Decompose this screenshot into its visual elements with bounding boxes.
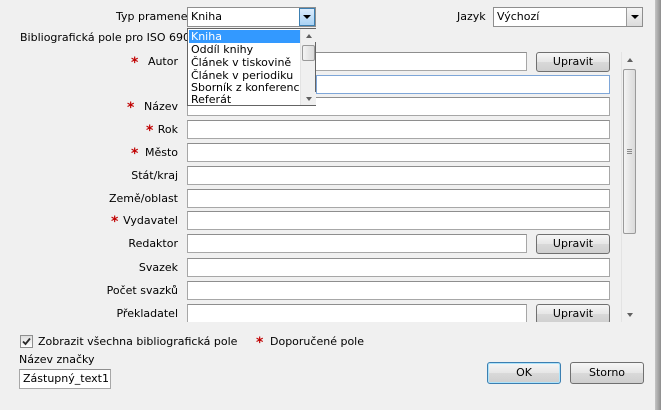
chevron-down-icon xyxy=(305,96,312,101)
edit-editor-button[interactable]: Upravit xyxy=(536,234,610,254)
field-label-mesto: Město xyxy=(144,146,178,159)
dropdown-option[interactable]: Článek v tiskovině xyxy=(189,56,300,69)
field-label-nazev: Název xyxy=(143,100,178,113)
field-input-zeme-oblast[interactable] xyxy=(187,189,610,208)
source-type-dropdown-list[interactable]: Kniha Oddíl knihy Článek v tiskovině Člá… xyxy=(187,28,316,106)
source-type-label: Typ pramene xyxy=(116,10,188,23)
field-label-prekladatel: Překladatel xyxy=(116,307,178,320)
field-label-vydavatel: Vydavatel xyxy=(123,214,178,227)
scroll-down-button[interactable] xyxy=(622,307,637,322)
field-label-pocet-svazku: Počet svazků xyxy=(106,284,178,297)
dropdown-scroll-down[interactable] xyxy=(301,92,316,105)
field-input-mesto[interactable] xyxy=(187,143,610,162)
tag-name-input[interactable]: Zástupný_text1 xyxy=(19,369,111,389)
chevron-down-icon xyxy=(630,15,639,19)
field-input-redaktor[interactable] xyxy=(187,234,527,253)
fields-panel: * Autor Upravit * Název * Rok * Město St… xyxy=(0,44,640,322)
chevron-down-icon xyxy=(303,15,311,19)
section-label: Bibliografická pole pro ISO 690 - či xyxy=(20,31,211,44)
scroll-up-button[interactable] xyxy=(622,52,637,67)
cancel-button[interactable]: Storno xyxy=(570,362,644,384)
field-input-svazek[interactable] xyxy=(187,258,610,277)
chevron-up-icon xyxy=(626,57,633,62)
ok-button[interactable]: OK xyxy=(487,362,561,384)
field-label-svazek: Svazek xyxy=(138,261,178,274)
field-input-author-secondary[interactable] xyxy=(316,75,610,94)
required-marker: * xyxy=(256,335,264,351)
edit-translator-button[interactable]: Upravit xyxy=(536,304,610,322)
language-label: Jazyk xyxy=(457,10,486,23)
field-input-rok[interactable] xyxy=(187,120,610,139)
field-input-vydavatel[interactable] xyxy=(187,211,610,230)
language-select[interactable]: Výchozí xyxy=(493,7,643,27)
scroll-thumb[interactable] xyxy=(623,69,636,234)
dropdown-scroll-up[interactable] xyxy=(301,29,316,42)
chevron-up-icon xyxy=(305,33,312,38)
language-dropdown-button[interactable] xyxy=(626,8,642,26)
dropdown-scrollbar[interactable] xyxy=(300,29,316,105)
show-all-fields-checkbox[interactable] xyxy=(20,335,33,348)
field-label-zeme-oblast: Země/oblast xyxy=(108,192,178,205)
tag-name-label: Název značky xyxy=(19,353,95,366)
source-type-value: Kniha xyxy=(191,10,222,23)
edit-author-button[interactable]: Upravit xyxy=(536,52,610,72)
show-all-fields-label[interactable]: Zobrazit všechna bibliografická pole xyxy=(38,335,237,349)
field-input-prekladatel[interactable] xyxy=(187,304,527,322)
fields-scrollbar[interactable] xyxy=(621,52,637,322)
field-input-pocet-svazku[interactable] xyxy=(187,281,610,300)
source-type-dropdown-button[interactable] xyxy=(299,8,315,26)
dropdown-option[interactable]: Oddíl knihy xyxy=(189,43,300,56)
dropdown-scroll-thumb[interactable] xyxy=(302,45,315,61)
field-label-autor: Autor xyxy=(147,55,178,68)
field-input-stat-kraj[interactable] xyxy=(187,166,610,185)
field-label-redaktor: Redaktor xyxy=(128,237,178,250)
window-border xyxy=(655,0,661,410)
language-value: Výchozí xyxy=(497,10,540,23)
source-type-select[interactable]: Kniha xyxy=(187,7,316,27)
recommended-legend: Doporučené pole xyxy=(270,335,364,348)
field-label-rok: Rok xyxy=(157,123,178,136)
dropdown-option[interactable]: Kniha xyxy=(189,30,300,43)
field-label-stat-kraj: Stát/kraj xyxy=(131,169,178,182)
dropdown-option[interactable]: Referát xyxy=(189,93,300,106)
chevron-down-icon xyxy=(626,312,633,317)
check-icon xyxy=(22,337,31,346)
